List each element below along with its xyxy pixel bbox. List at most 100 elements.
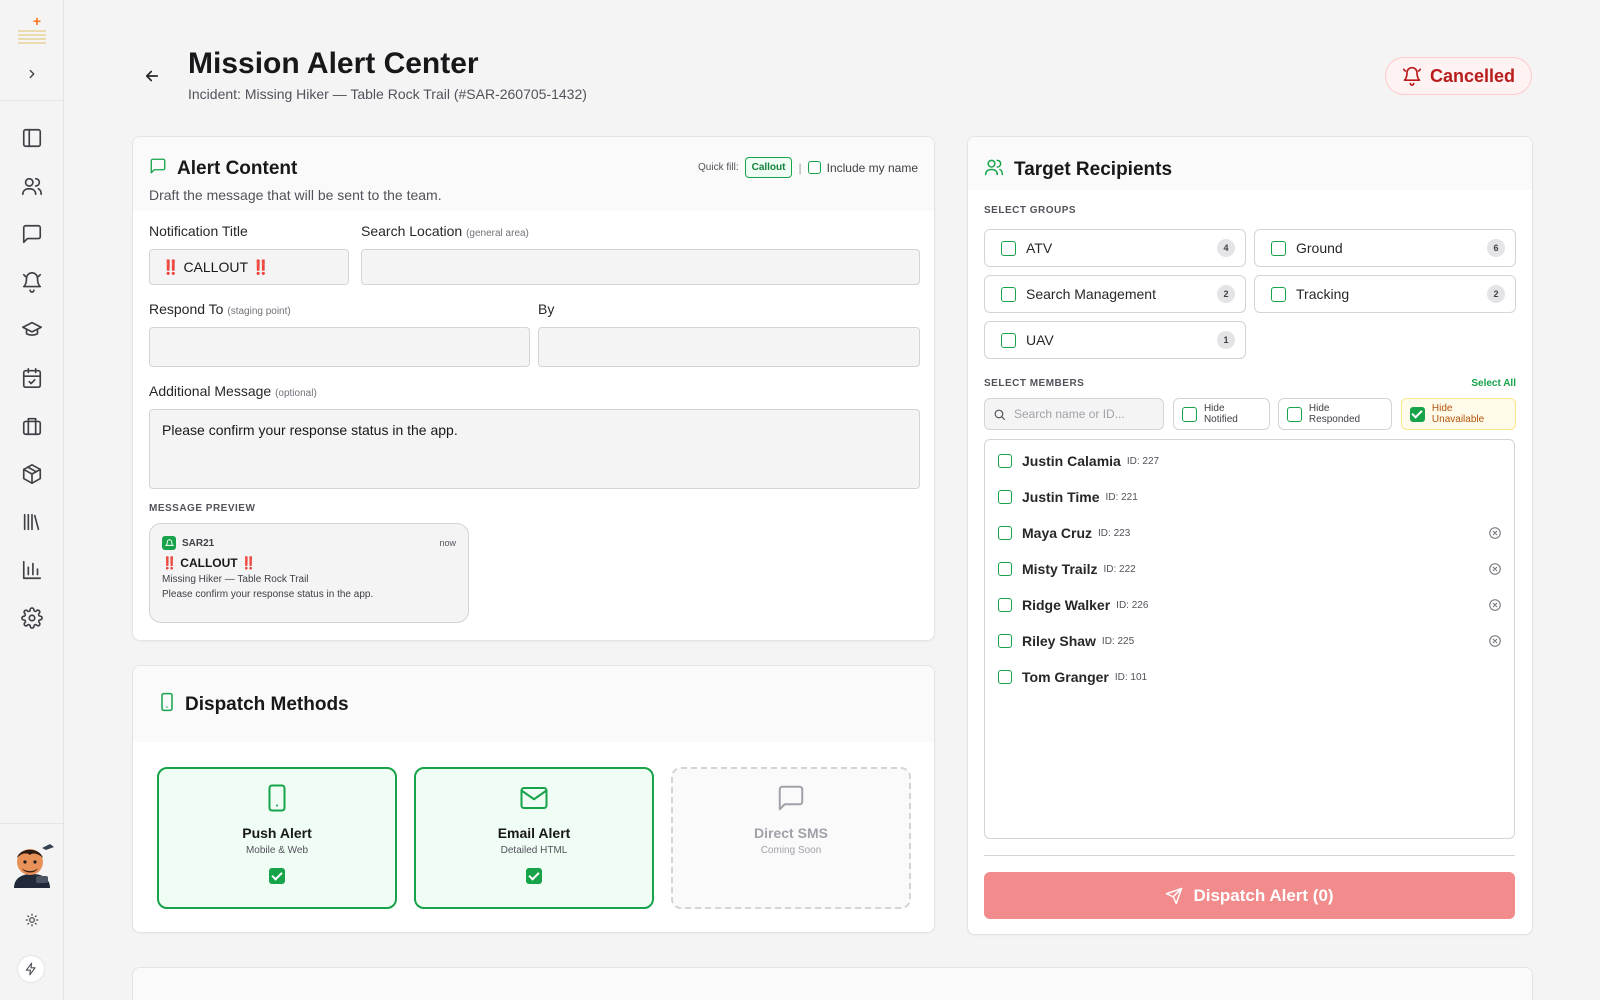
email-alert-subtitle: Detailed HTML [500,845,568,856]
member-checkbox[interactable] [998,598,1012,612]
notification-title-input[interactable]: ‼️ CALLOUT ‼️ [149,249,349,285]
preview-line-2: Please confirm your response status in t… [162,589,374,600]
member-checkbox[interactable] [998,562,1012,576]
respond-to-input[interactable] [149,327,530,367]
dispatch-alert-button[interactable]: Dispatch Alert (0) [984,872,1515,919]
sidebar-item-settings[interactable] [0,594,64,642]
sidebar-item-inventory[interactable] [0,450,64,498]
member-name: Justin Time [1022,489,1100,505]
email-alert-option[interactable]: Email Alert Detailed HTML [414,767,654,909]
preview-time: now [439,538,456,548]
push-alert-subtitle: Mobile & Web [245,845,309,856]
app-icon [162,536,176,550]
x-circle-icon[interactable] [1488,526,1502,540]
group-count-badge: 4 [1217,239,1235,257]
by-label: By [538,301,555,317]
dispatch-history-card [132,967,1533,1000]
sidebar-item-calendar[interactable] [0,354,64,402]
preview-line-1: Missing Hiker — Table Rock Trail [162,574,309,585]
quick-action-button[interactable] [17,955,45,983]
list-item[interactable]: Ridge Walker ID: 226 [998,593,1502,617]
back-button[interactable] [140,64,164,88]
group-ground[interactable]: Ground 6 [1254,229,1516,267]
group-checkbox[interactable] [1271,286,1286,302]
sidebar-divider [0,823,64,824]
hide-unavailable-label: Hide Unavailable [1431,403,1485,425]
member-search-input[interactable]: Search name or ID... [984,398,1164,430]
sidebar-divider [0,100,64,101]
list-item[interactable]: Justin Time ID: 221 [998,485,1502,509]
push-alert-checkbox[interactable] [269,868,285,884]
x-circle-icon[interactable] [1488,634,1502,648]
calendar-check-icon [22,368,42,388]
select-all-button[interactable]: Select All [1471,378,1516,389]
hide-responded-checkbox[interactable] [1287,406,1302,422]
member-checkbox[interactable] [998,634,1012,648]
group-checkbox[interactable] [1001,332,1016,348]
list-item[interactable]: Misty Trailz ID: 222 [998,557,1502,581]
expand-sidebar-button[interactable] [20,62,44,86]
member-checkbox[interactable] [998,454,1012,468]
sidebar-item-dashboard[interactable] [0,114,64,162]
group-atv[interactable]: ATV 4 [984,229,1246,267]
target-recipients-title: Target Recipients [1014,159,1173,180]
x-circle-icon[interactable] [1488,562,1502,576]
double-exclamation-icon: ‼️ [162,556,177,570]
additional-message-textarea[interactable]: Please confirm your response status in t… [149,409,920,489]
sidebar-item-reports[interactable] [0,546,64,594]
member-name: Ridge Walker [1022,597,1111,613]
message-preview-label: MESSAGE PREVIEW [149,503,256,514]
group-checkbox[interactable] [1001,240,1016,256]
group-search-management[interactable]: Search Management 2 [984,275,1246,313]
sidebar-item-members[interactable] [0,162,64,210]
group-label: ATV [1026,240,1053,256]
group-uav[interactable]: UAV 1 [984,321,1246,359]
hide-notified-filter[interactable]: Hide Notified [1173,398,1270,430]
hide-unavailable-checkbox[interactable] [1410,406,1425,422]
additional-message-label: Additional Message (optional) [149,383,317,399]
member-checkbox[interactable] [998,526,1012,540]
smartphone-icon [159,692,175,718]
bolt-icon [25,962,36,976]
app-logo[interactable]: + [16,14,48,48]
quick-fill-bar: Quick fill: Callout | Include my name [698,157,918,178]
list-item[interactable]: Maya Cruz ID: 223 [998,521,1502,545]
double-exclamation-icon: ‼️ [252,258,270,275]
dispatch-methods-card: Dispatch Methods Push Alert Mobile & Web… [132,665,935,933]
push-alert-option[interactable]: Push Alert Mobile & Web [157,767,397,909]
hide-notified-checkbox[interactable] [1182,406,1197,422]
include-my-name-checkbox[interactable] [807,161,821,174]
list-item[interactable]: Riley Shaw ID: 225 [998,629,1502,653]
group-checkbox[interactable] [1001,286,1016,302]
search-location-hint: (general area) [466,228,529,239]
theme-toggle-button[interactable] [20,908,44,932]
sidebar-item-missions[interactable] [0,402,64,450]
member-name: Maya Cruz [1022,525,1093,541]
search-location-input[interactable] [361,249,920,285]
sidebar-item-library[interactable] [0,498,64,546]
member-checkbox[interactable] [998,670,1012,684]
group-checkbox[interactable] [1271,240,1286,256]
x-circle-icon[interactable] [1488,598,1502,612]
sidebar-item-training[interactable] [0,306,64,354]
arrow-left-icon [145,70,159,82]
direct-sms-option: Direct SMS Coming Soon [671,767,911,909]
avatar[interactable] [8,838,56,890]
member-checkbox[interactable] [998,490,1012,504]
bar-chart-icon [22,560,42,580]
group-tracking[interactable]: Tracking 2 [1254,275,1516,313]
list-item[interactable]: Justin Calamia ID: 227 [998,449,1502,473]
quick-fill-label: Quick fill: [698,162,739,173]
by-input[interactable] [538,327,920,367]
sidebar-item-messages[interactable] [0,210,64,258]
hide-responded-filter[interactable]: Hide Responded [1278,398,1392,430]
callout-quick-fill-button[interactable]: Callout [744,157,793,178]
include-my-name-toggle[interactable]: Include my name [807,161,918,175]
double-exclamation-icon: ‼️ [162,258,180,275]
dispatch-methods-title: Dispatch Methods [185,694,349,715]
sidebar-item-alerts[interactable] [0,258,64,306]
select-members-label: SELECT MEMBERS [984,378,1085,389]
hide-unavailable-filter[interactable]: Hide Unavailable [1401,398,1516,430]
email-alert-checkbox[interactable] [526,868,542,884]
list-item[interactable]: Tom Granger ID: 101 [998,665,1502,689]
